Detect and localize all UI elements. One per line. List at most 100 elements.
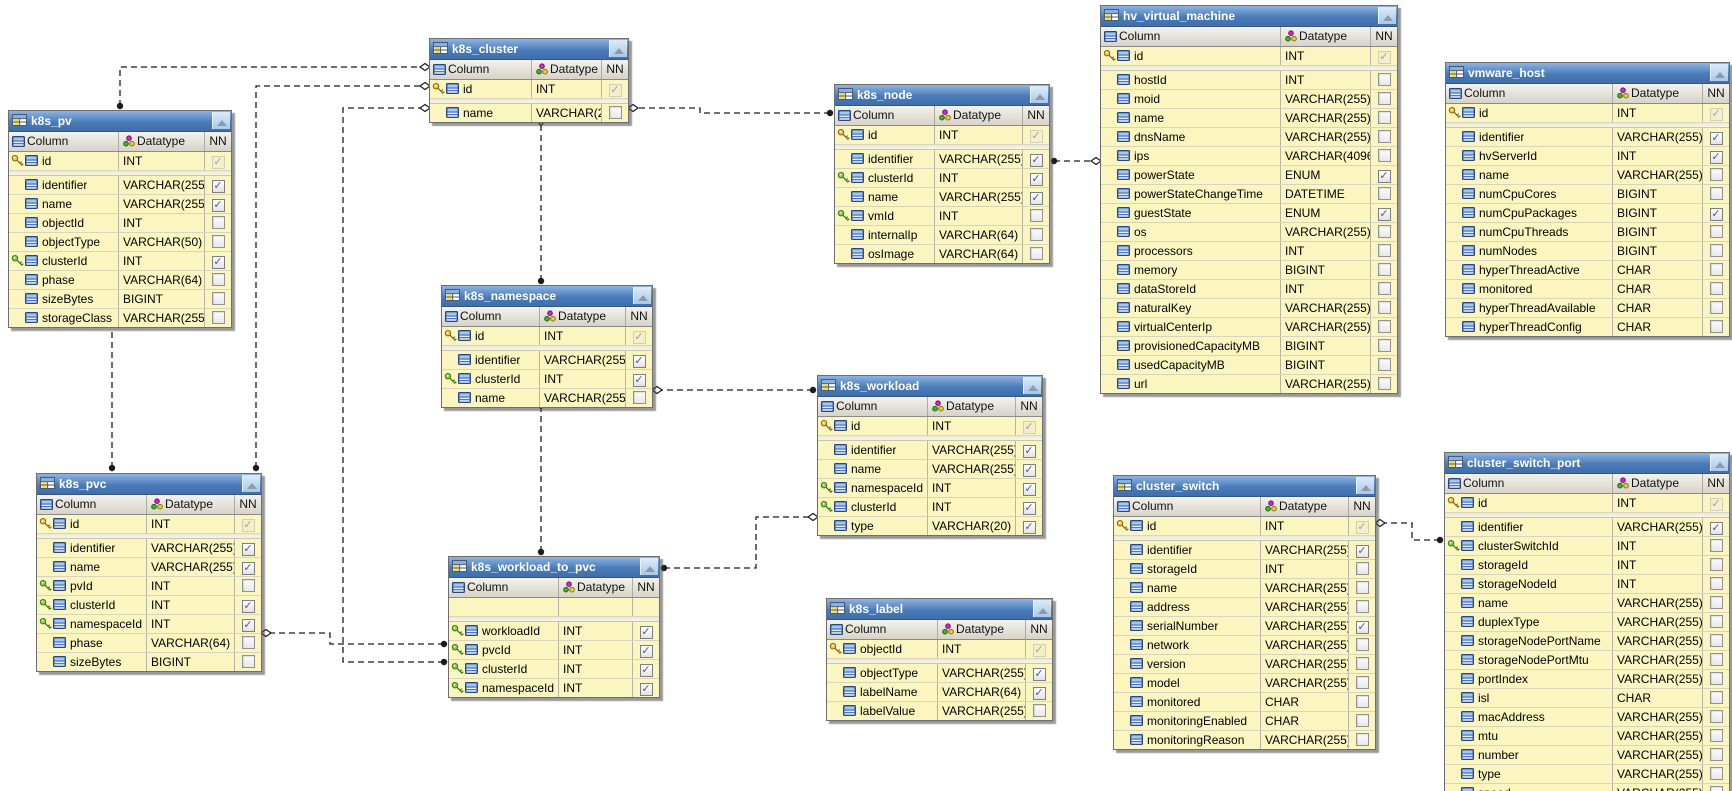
column-row[interactable]: memory BIGINT xyxy=(1101,261,1397,280)
column-row[interactable]: id INT xyxy=(1446,104,1729,123)
table-k8s_node[interactable]: k8s_node Column Datatype NN id INT ident… xyxy=(834,84,1050,264)
nn-checkbox[interactable] xyxy=(1377,73,1391,86)
column-row[interactable] xyxy=(449,598,659,617)
column-row[interactable]: id INT xyxy=(9,152,231,171)
nn-checkbox[interactable] xyxy=(1377,225,1391,238)
column-row[interactable]: pvId INT xyxy=(37,577,261,596)
nn-checkbox[interactable] xyxy=(1377,320,1391,333)
nn-checkbox[interactable] xyxy=(1709,672,1723,685)
table-header[interactable]: vmware_host xyxy=(1446,63,1729,84)
nn-checkbox[interactable] xyxy=(1709,522,1723,535)
column-row[interactable]: network VARCHAR(255) xyxy=(1114,636,1375,655)
collapse-button[interactable] xyxy=(1710,454,1728,471)
column-row[interactable]: identifier VARCHAR(255) xyxy=(1114,541,1375,560)
table-cluster_switch_port[interactable]: cluster_switch_port Column Datatype NN i… xyxy=(1444,452,1730,791)
column-row[interactable]: naturalKey VARCHAR(255) xyxy=(1101,299,1397,318)
column-row[interactable]: identifier VARCHAR(255) xyxy=(818,441,1042,460)
nn-checkbox[interactable] xyxy=(1709,187,1723,200)
nn-checkbox[interactable] xyxy=(1029,247,1043,260)
column-row[interactable]: version VARCHAR(255) xyxy=(1114,655,1375,674)
column-row[interactable]: monitoringEnabled CHAR xyxy=(1114,712,1375,731)
nn-checkbox[interactable] xyxy=(1355,695,1369,708)
nn-checkbox[interactable] xyxy=(1709,729,1723,742)
nn-checkbox[interactable] xyxy=(211,311,225,324)
nn-checkbox[interactable] xyxy=(1709,653,1723,666)
table-k8s_workload_to_pvc[interactable]: k8s_workload_to_pvc Column Datatype NN w… xyxy=(448,556,660,698)
column-row[interactable]: usedCapacityMB BIGINT xyxy=(1101,356,1397,375)
nn-checkbox[interactable] xyxy=(1032,644,1046,657)
column-row[interactable]: identifier VARCHAR(255) xyxy=(37,539,261,558)
column-row[interactable]: pvcId INT xyxy=(449,641,659,660)
table-k8s_workload[interactable]: k8s_workload Column Datatype NN id INT i… xyxy=(817,375,1043,536)
nn-checkbox[interactable] xyxy=(1377,51,1391,64)
nn-checkbox[interactable] xyxy=(1377,111,1391,124)
nn-checkbox[interactable] xyxy=(632,374,646,387)
column-row[interactable]: id INT xyxy=(835,126,1049,145)
table-header[interactable]: k8s_namespace xyxy=(442,286,652,307)
nn-checkbox[interactable] xyxy=(241,543,255,556)
column-row[interactable]: serialNumber VARCHAR(255) xyxy=(1114,617,1375,636)
collapse-button[interactable] xyxy=(1378,7,1396,24)
nn-checkbox[interactable] xyxy=(639,664,653,677)
nn-checkbox[interactable] xyxy=(1709,767,1723,780)
nn-checkbox[interactable] xyxy=(1377,282,1391,295)
nn-checkbox[interactable] xyxy=(1709,498,1723,511)
nn-checkbox[interactable] xyxy=(1029,173,1043,186)
column-row[interactable]: osImage VARCHAR(64) xyxy=(835,245,1049,263)
nn-checkbox[interactable] xyxy=(632,331,646,344)
column-row[interactable]: monitoringReason VARCHAR(255) xyxy=(1114,731,1375,749)
column-row[interactable]: phase VARCHAR(64) xyxy=(37,634,261,653)
column-row[interactable]: id INT xyxy=(37,515,261,534)
collapse-button[interactable] xyxy=(1033,600,1051,617)
column-row[interactable]: sizeBytes BIGINT xyxy=(37,653,261,671)
nn-checkbox[interactable] xyxy=(1709,263,1723,276)
nn-checkbox[interactable] xyxy=(241,600,255,613)
column-row[interactable]: type VARCHAR(255) xyxy=(1445,765,1729,784)
nn-checkbox[interactable] xyxy=(1377,149,1391,162)
nn-checkbox[interactable] xyxy=(1709,558,1723,571)
nn-checkbox[interactable] xyxy=(211,216,225,229)
column-row[interactable]: identifier VARCHAR(255) xyxy=(9,176,231,195)
nn-checkbox[interactable] xyxy=(211,273,225,286)
column-row[interactable]: identifier VARCHAR(255) xyxy=(1446,128,1729,147)
nn-checkbox[interactable] xyxy=(211,292,225,305)
nn-checkbox[interactable] xyxy=(1709,225,1723,238)
column-row[interactable]: objectId INT xyxy=(9,214,231,233)
nn-checkbox[interactable] xyxy=(241,579,255,592)
collapse-button[interactable] xyxy=(212,112,230,129)
nn-checkbox[interactable] xyxy=(1377,377,1391,390)
nn-checkbox[interactable] xyxy=(639,683,653,696)
nn-checkbox[interactable] xyxy=(1355,676,1369,689)
table-header[interactable]: k8s_pvc xyxy=(37,474,261,495)
nn-checkbox[interactable] xyxy=(1029,130,1043,143)
table-k8s_pv[interactable]: k8s_pv Column Datatype NN id INT identif… xyxy=(8,110,232,328)
nn-checkbox[interactable] xyxy=(1022,521,1036,534)
column-row[interactable]: id INT xyxy=(1114,517,1375,536)
column-row[interactable]: id INT xyxy=(818,417,1042,436)
column-row[interactable]: labelName VARCHAR(64) xyxy=(827,683,1052,702)
nn-checkbox[interactable] xyxy=(1377,301,1391,314)
column-row[interactable]: numNodes BIGINT xyxy=(1446,242,1729,261)
column-row[interactable]: hyperThreadAvailable CHAR xyxy=(1446,299,1729,318)
nn-checkbox[interactable] xyxy=(1709,539,1723,552)
nn-checkbox[interactable] xyxy=(1709,577,1723,590)
table-header[interactable]: hv_virtual_machine xyxy=(1101,6,1397,27)
nn-checkbox[interactable] xyxy=(632,355,646,368)
column-row[interactable]: mtu VARCHAR(255) xyxy=(1445,727,1729,746)
table-k8s_namespace[interactable]: k8s_namespace Column Datatype NN id INT … xyxy=(441,285,653,408)
collapse-button[interactable] xyxy=(242,475,260,492)
nn-checkbox[interactable] xyxy=(1709,108,1723,121)
nn-checkbox[interactable] xyxy=(241,636,255,649)
column-row[interactable]: name VARCHAR(255) xyxy=(835,188,1049,207)
collapse-button[interactable] xyxy=(1710,64,1728,81)
nn-checkbox[interactable] xyxy=(241,655,255,668)
column-row[interactable]: objectId INT xyxy=(827,640,1052,659)
column-row[interactable]: workloadId INT xyxy=(449,622,659,641)
nn-checkbox[interactable] xyxy=(1709,244,1723,257)
nn-checkbox[interactable] xyxy=(1032,687,1046,700)
column-row[interactable]: name VARCHAR(255) xyxy=(430,104,628,122)
nn-checkbox[interactable] xyxy=(1355,657,1369,670)
column-row[interactable]: storageId INT xyxy=(1114,560,1375,579)
column-row[interactable]: type VARCHAR(20) xyxy=(818,517,1042,535)
nn-checkbox[interactable] xyxy=(1709,151,1723,164)
